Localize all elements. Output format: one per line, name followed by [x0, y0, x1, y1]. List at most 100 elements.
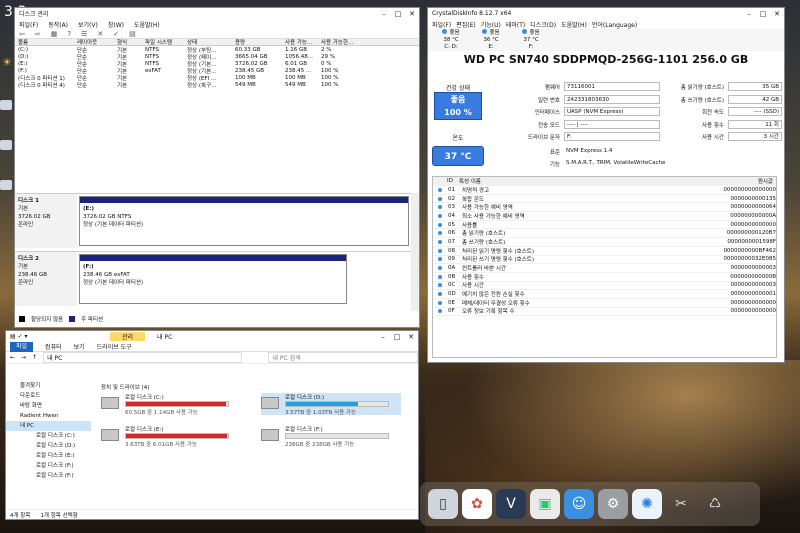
- file-explorer-window[interactable]: ▤ ✓ ▾ 관리 내 PC – □ ✕ 파일 컴퓨터 보기 드라이브 도구 ← → ↑ …: [5, 330, 419, 520]
- address-bar[interactable]: ← → ↑ 내 PC 내 PC 검색: [6, 352, 418, 364]
- smart-row[interactable]: 0A 컨트롤러 바쁜 시간 0000000000003: [433, 264, 776, 273]
- smart-row[interactable]: 0C 사용 시간 0000000000003: [433, 282, 776, 291]
- system-preferences-icon[interactable]: ⚙: [598, 489, 628, 519]
- sidebar-item[interactable]: 다운로드: [6, 391, 91, 401]
- col-free-pct[interactable]: 사용 가능한...: [321, 38, 357, 46]
- col-free[interactable]: 사용 가능...: [285, 38, 321, 46]
- disk-2-row[interactable]: 디스크 2 기본 238.46 GB 온라인 (F:) 238.46 GB exFAT 정…: [15, 251, 411, 306]
- sidebar-item[interactable]: 내 PC: [6, 421, 91, 431]
- smart-row[interactable]: 05 사용률 0000000000000: [433, 221, 776, 230]
- drive-tab[interactable]: 좋음 38 °C C: D:: [436, 29, 466, 51]
- tab-view[interactable]: 보기: [74, 342, 85, 351]
- smart-row[interactable]: 03 사용 가능한 예비 영역 0000000000064: [433, 203, 776, 213]
- forward-icon[interactable]: ⇨: [35, 30, 41, 38]
- sidebar-item[interactable]: Radient Hwen: [6, 411, 91, 421]
- menu-view[interactable]: 보기(V): [78, 20, 98, 29]
- smart-row[interactable]: 02 복합 온도 0000000000135: [433, 195, 776, 204]
- disk-1-row[interactable]: 디스크 1 기본 3726.02 GB 온라인 (E:) 3726.02 GB NTFS…: [15, 193, 411, 248]
- desktop-folder-icon[interactable]: [0, 180, 12, 190]
- photos-icon[interactable]: ✿: [462, 489, 492, 519]
- menu-help[interactable]: 도움말(H): [134, 20, 160, 29]
- smart-row[interactable]: 0E 매체/데이터 무결성 오류 횟수 0000000000000: [433, 299, 776, 308]
- col-volume[interactable]: 볼륨: [15, 38, 77, 46]
- maximize-button[interactable]: □: [391, 10, 405, 18]
- partition-f[interactable]: (F:) 238.46 GB exFAT 정상 (기본 데이터 파티션): [79, 254, 347, 304]
- close-button[interactable]: ✕: [404, 333, 418, 341]
- tab-file[interactable]: 파일: [10, 341, 34, 352]
- vectorize-icon[interactable]: V: [496, 489, 526, 519]
- col-raw[interactable]: 원시값: [703, 177, 773, 185]
- smart-row[interactable]: 0D 예기치 않은 전원 손실 횟수 0000000000001: [433, 290, 776, 299]
- desktop-folder-icon[interactable]: [0, 140, 12, 150]
- section-header[interactable]: 장치 및 드라이브 (4): [101, 383, 149, 391]
- sidebar-item[interactable]: 로컬 디스크 (E:): [6, 451, 91, 461]
- smart-row[interactable]: 09 처리된 쓰기 명령 횟수 (호스트) 00000000032E085: [433, 256, 776, 265]
- back-icon[interactable]: ⇦: [19, 30, 25, 38]
- search-input[interactable]: 내 PC 검색: [268, 352, 418, 363]
- preview-icon[interactable]: ▣: [530, 489, 560, 519]
- xcode-tools-icon[interactable]: ✂: [666, 489, 696, 519]
- scrollbar[interactable]: [411, 193, 419, 311]
- menu-item[interactable]: 디스크(D): [530, 20, 556, 29]
- minimize-button[interactable]: –: [376, 333, 390, 341]
- drive-tab[interactable]: 좋음 36 °C E:: [476, 29, 506, 51]
- quick-access-icon[interactable]: ▤ ✓ ▾: [10, 333, 40, 340]
- up-icon[interactable]: ↑: [32, 354, 37, 361]
- delete-icon[interactable]: ✕: [97, 30, 103, 38]
- menu-item[interactable]: 도움말(H): [561, 20, 587, 29]
- smart-row[interactable]: 0B 사용 횟수 000000000000B: [433, 273, 776, 282]
- check-icon[interactable]: ✓: [113, 30, 119, 38]
- menu-item[interactable]: 기능(U): [481, 20, 501, 29]
- menu-item[interactable]: 편집(E): [456, 20, 476, 29]
- crystaldiskinfo-window[interactable]: CrystalDiskInfo 8.12.7 x64 – □ ✕ 파일(F) 편집(E…: [427, 7, 785, 363]
- desktop-folder-icon[interactable]: [0, 100, 12, 110]
- safari-icon[interactable]: ✺: [632, 489, 662, 519]
- sidebar-item[interactable]: 로컬 디스크 (F:): [6, 461, 91, 471]
- trash-icon[interactable]: ♺: [700, 489, 730, 519]
- folder-icon[interactable]: ▤: [129, 30, 136, 38]
- smart-row[interactable]: 07 총 쓰기량 (호스트) 0000000001598F: [433, 238, 776, 247]
- smart-row[interactable]: 04 최소 사용 가능한 예비 영역 000000000000A: [433, 212, 776, 221]
- maximize-button[interactable]: □: [390, 333, 404, 341]
- list-icon[interactable]: ☰: [81, 30, 87, 38]
- smart-row[interactable]: 0F 오류 정보 기록 항목 수 0000000000000: [433, 308, 776, 317]
- drive-tile[interactable]: 로컬 디스크 (D:) 3.57TB 중 1.03TB 사용 가능: [261, 393, 401, 416]
- menu-item[interactable]: 파일(F): [432, 20, 451, 29]
- drive-tab[interactable]: 좋음 37 °C F:: [516, 29, 546, 51]
- col-capacity[interactable]: 용량: [235, 38, 285, 46]
- close-button[interactable]: ✕: [405, 10, 419, 18]
- ribbon-context-tab[interactable]: 관리: [110, 332, 146, 341]
- partition-e[interactable]: (E:) 3726.02 GB NTFS 정상 (기본 데이터 파티션): [79, 196, 409, 246]
- minimize-button[interactable]: –: [377, 10, 391, 18]
- menu-action[interactable]: 동작(A): [48, 20, 68, 29]
- properties-icon[interactable]: ▦: [51, 30, 58, 38]
- col-id[interactable]: ID: [433, 178, 453, 184]
- smart-row[interactable]: 06 총 읽기량 (호스트) 000000000120B7: [433, 229, 776, 239]
- maximize-button[interactable]: □: [756, 10, 770, 18]
- tab-computer[interactable]: 컴퓨터: [45, 342, 62, 351]
- tab-drive-tools[interactable]: 드라이브 도구: [97, 342, 132, 351]
- help-icon[interactable]: ?: [67, 30, 71, 38]
- close-button[interactable]: ✕: [770, 10, 784, 18]
- back-icon[interactable]: ←: [10, 354, 15, 361]
- minimize-button[interactable]: –: [742, 10, 756, 18]
- menu-window[interactable]: 창(W): [108, 20, 124, 29]
- forward-icon[interactable]: →: [21, 354, 26, 361]
- menu-item[interactable]: 테마(T): [506, 20, 525, 29]
- menu-file[interactable]: 파일(F): [19, 20, 38, 29]
- finder-doc-icon[interactable]: ▯: [428, 489, 458, 519]
- sidebar-item[interactable]: 로컬 디스크 (C:): [6, 431, 91, 441]
- drive-tile[interactable]: 로컬 디스크 (E:) 3.63TB 중 6.01GB 사용 가능: [101, 425, 241, 448]
- sidebar-item[interactable]: 로컬 디스크 (F:): [6, 471, 91, 481]
- sidebar-item[interactable]: 바탕 화면: [6, 401, 91, 411]
- col-attribute[interactable]: 특성 이름: [453, 177, 703, 185]
- menu-item[interactable]: 언어(Language): [592, 20, 637, 29]
- finder-icon[interactable]: ☺: [564, 489, 594, 519]
- sidebar-item[interactable]: 로컬 디스크 (D:): [6, 441, 91, 451]
- table-row[interactable]: (디스크 0 파티션 4) 단순 기본 정상 (복구... 549 MB 549 MB 10…: [15, 81, 419, 89]
- drive-tile[interactable]: 로컬 디스크 (F:) 238GB 중 238GB 사용 가능: [261, 425, 401, 448]
- col-fs[interactable]: 파일 시스템: [145, 38, 187, 46]
- smart-row[interactable]: 01 치명적 경고 000000000000000: [433, 186, 776, 195]
- drive-tile[interactable]: 로컬 디스크 (C:) 60.5GB 중 1.14GB 사용 가능: [101, 393, 241, 416]
- smart-row[interactable]: 08 처리된 읽기 명령 횟수 (호스트) 0000000000BF462: [433, 247, 776, 256]
